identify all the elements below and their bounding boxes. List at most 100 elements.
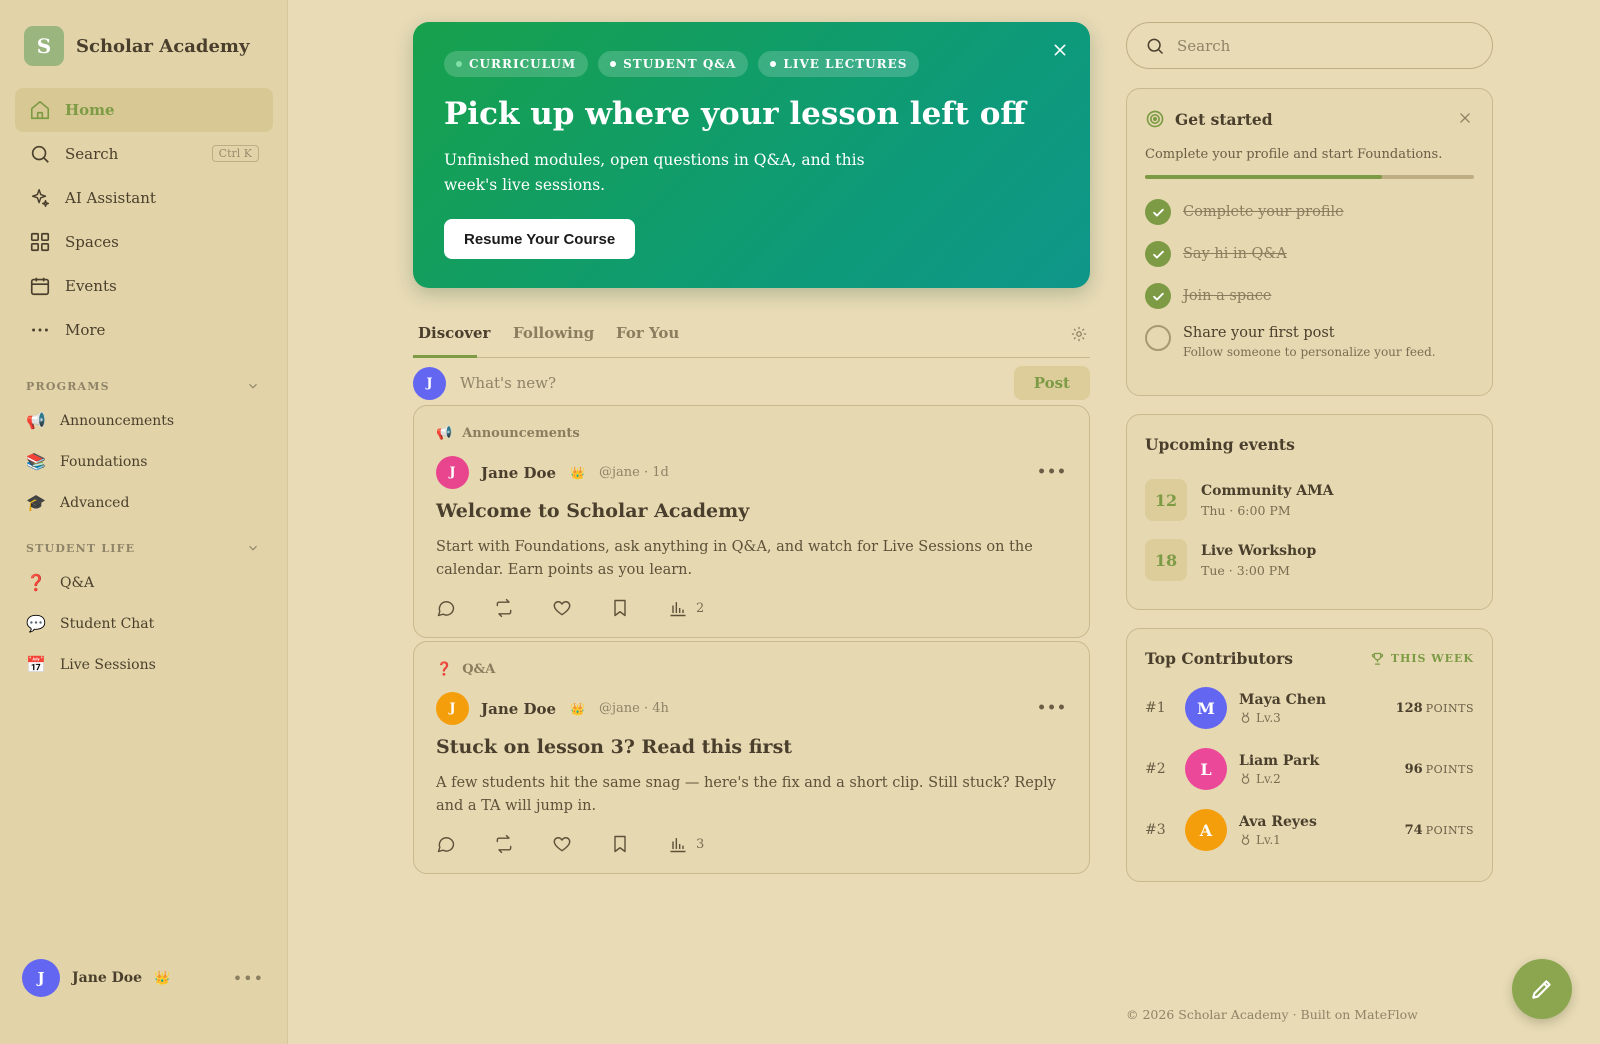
current-user-menu[interactable]: J Jane Doe 👑 ••• bbox=[22, 959, 264, 997]
task-hint: Follow someone to personalize your feed. bbox=[1183, 345, 1436, 359]
space-qa[interactable]: ❓ Q&A bbox=[26, 562, 266, 603]
post-category[interactable]: 📢 Announcements bbox=[436, 426, 580, 441]
contributor-level: Lv.1 bbox=[1239, 833, 1317, 847]
nav-item-more[interactable]: More bbox=[15, 308, 273, 352]
contributor-name: Maya Chen bbox=[1239, 691, 1327, 708]
event-title: Live Workshop bbox=[1201, 542, 1317, 559]
post-actions: 3 bbox=[436, 834, 704, 854]
bookmark-icon[interactable] bbox=[610, 598, 630, 618]
program-foundations[interactable]: 📚 Foundations bbox=[26, 441, 266, 482]
chevron-down-icon bbox=[249, 545, 257, 551]
nav-item-ai-assistant[interactable]: AI Assistant bbox=[15, 176, 273, 220]
nav-label: AI Assistant bbox=[65, 189, 156, 207]
target-icon bbox=[1146, 110, 1164, 128]
medal-icon bbox=[1241, 773, 1250, 784]
nav-item-search[interactable]: Search Ctrl K bbox=[15, 132, 273, 176]
views-count: 2 bbox=[696, 600, 705, 616]
sidebar: S Scholar Academy Home Search Ctrl K AI … bbox=[0, 0, 288, 1044]
repost-icon[interactable] bbox=[494, 834, 514, 854]
points-value: 96 bbox=[1404, 761, 1423, 777]
compose-button[interactable] bbox=[1512, 959, 1572, 1019]
check-icon bbox=[1145, 241, 1171, 267]
close-icon[interactable] bbox=[1052, 42, 1068, 58]
post-button[interactable]: Post bbox=[1013, 366, 1090, 400]
task-item[interactable]: Say hi in Q&A bbox=[1145, 241, 1287, 267]
repost-icon[interactable] bbox=[494, 598, 514, 618]
heart-icon[interactable] bbox=[552, 834, 572, 854]
nav-item-home[interactable]: Home bbox=[15, 88, 273, 132]
views-stat[interactable]: 2 bbox=[668, 598, 704, 618]
trophy-icon bbox=[1371, 652, 1384, 665]
category-label: Announcements bbox=[462, 426, 580, 441]
program-announcements[interactable]: 📢 Announcements bbox=[26, 400, 266, 441]
bookmark-icon[interactable] bbox=[610, 834, 630, 854]
program-advanced[interactable]: 🎓 Advanced bbox=[26, 482, 266, 523]
close-icon[interactable] bbox=[1458, 111, 1472, 125]
post-title[interactable]: Welcome to Scholar Academy bbox=[436, 500, 749, 522]
period-filter[interactable]: THIS WEEK bbox=[1370, 651, 1474, 666]
post-category[interactable]: ❓ Q&A bbox=[436, 662, 495, 677]
event-item[interactable]: 12 Community AMA Thu · 6:00 PM bbox=[1145, 479, 1333, 521]
event-time: Thu · 6:00 PM bbox=[1201, 502, 1291, 518]
more-options-icon[interactable]: ••• bbox=[1037, 464, 1067, 480]
resume-course-button[interactable]: Resume Your Course bbox=[444, 219, 636, 259]
more-options-icon[interactable]: ••• bbox=[1037, 700, 1067, 716]
panel-title: Get started bbox=[1175, 109, 1273, 129]
post-author[interactable]: J Jane Doe 👑 @jane · 1d bbox=[436, 456, 669, 489]
empty-circle-icon bbox=[1145, 325, 1171, 351]
task-item[interactable]: Share your first post Follow someone to … bbox=[1145, 325, 1436, 359]
post-card[interactable]: 📢 Announcements J Jane Doe 👑 @jane · 1d … bbox=[413, 405, 1090, 638]
composer-input[interactable]: What's new? bbox=[460, 374, 556, 392]
post-author[interactable]: J Jane Doe 👑 @jane · 4h bbox=[436, 692, 669, 725]
brand[interactable]: S Scholar Academy bbox=[24, 26, 249, 66]
programs-section-toggle[interactable]: PROGRAMS bbox=[26, 379, 260, 393]
post-body: A few students hit the same snag — here'… bbox=[436, 775, 1056, 814]
tab-for-you[interactable]: For You bbox=[616, 324, 679, 342]
event-item[interactable]: 18 Live Workshop Tue · 3:00 PM bbox=[1145, 539, 1316, 581]
pill-label: LIVE LECTURES bbox=[783, 57, 908, 71]
task-item[interactable]: Join a space bbox=[1145, 283, 1271, 309]
student-life-section-toggle[interactable]: STUDENT LIFE bbox=[26, 541, 260, 555]
space-student-chat[interactable]: 💬 Student Chat bbox=[26, 603, 266, 644]
space-label: Q&A bbox=[60, 574, 95, 591]
avatar: J bbox=[436, 692, 469, 725]
comment-icon[interactable] bbox=[436, 834, 456, 854]
more-options-icon[interactable]: ••• bbox=[233, 969, 264, 988]
search-input[interactable] bbox=[1177, 36, 1477, 55]
tab-discover[interactable]: Discover bbox=[418, 324, 490, 342]
program-label: Advanced bbox=[60, 494, 130, 511]
contributor-points: 96 POINTS bbox=[1405, 762, 1474, 777]
heart-icon[interactable] bbox=[552, 598, 572, 618]
dot-icon bbox=[770, 61, 777, 67]
question-icon: ❓ bbox=[436, 662, 453, 677]
contributor-row[interactable]: #3 A Ava Reyes Lv.1 74 POINTS bbox=[1145, 809, 1474, 851]
avatar: J bbox=[22, 959, 60, 997]
post-card[interactable]: ❓ Q&A J Jane Doe 👑 @jane · 4h ••• Stuck … bbox=[413, 641, 1090, 874]
views-stat[interactable]: 3 bbox=[668, 834, 704, 854]
nav-item-events[interactable]: Events bbox=[15, 264, 273, 308]
nav-item-spaces[interactable]: Spaces bbox=[15, 220, 273, 264]
nav-label: Spaces bbox=[65, 233, 119, 251]
contributor-row[interactable]: #1 M Maya Chen Lv.3 128 POINTS bbox=[1145, 687, 1474, 729]
post-title[interactable]: Stuck on lesson 3? Read this first bbox=[436, 736, 792, 758]
contributor-rank: #1 bbox=[1145, 700, 1166, 716]
bar-chart-icon bbox=[670, 602, 686, 617]
category-label: Q&A bbox=[462, 662, 496, 677]
check-icon bbox=[1145, 283, 1171, 309]
search-bar[interactable] bbox=[1126, 22, 1493, 69]
medal-icon bbox=[1241, 834, 1250, 845]
nav-label: Search bbox=[65, 145, 119, 163]
section-heading: STUDENT LIFE bbox=[26, 541, 136, 555]
space-label: Student Chat bbox=[60, 615, 155, 632]
grid-icon bbox=[30, 232, 50, 252]
points-unit: POINTS bbox=[1425, 823, 1474, 837]
hero-banner: CURRICULUM STUDENT Q&A LIVE LECTURES Pic… bbox=[413, 22, 1090, 288]
gear-icon[interactable] bbox=[1070, 325, 1088, 343]
contributor-row[interactable]: #2 L Liam Park Lv.2 96 POINTS bbox=[1145, 748, 1474, 790]
space-live-sessions[interactable]: 📅 Live Sessions bbox=[26, 644, 266, 685]
nav-label: Home bbox=[65, 101, 115, 119]
tab-following[interactable]: Following bbox=[513, 324, 594, 342]
task-item[interactable]: Complete your profile bbox=[1145, 199, 1344, 225]
post-meta: @jane · 1d bbox=[599, 465, 669, 480]
comment-icon[interactable] bbox=[436, 598, 456, 618]
